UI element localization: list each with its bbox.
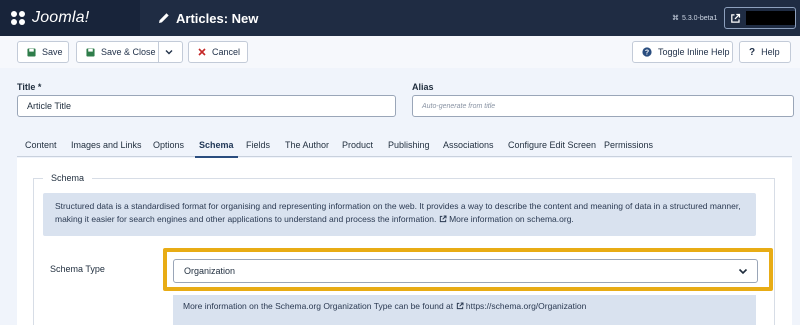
external-link-icon	[456, 302, 463, 310]
schema-type-help: More information on the Schema.org Organ…	[173, 295, 756, 325]
schema-info-box: Structured data is a standardised format…	[43, 193, 756, 236]
schema-legend: Schema	[43, 173, 93, 183]
save-icon	[27, 47, 36, 57]
page-title-text: Articles: New	[176, 10, 259, 26]
brand-logo[interactable]: Joomla!	[0, 0, 140, 36]
schema-type-label: Schema Type	[50, 264, 105, 274]
tab-associations[interactable]: Associations	[443, 133, 494, 157]
tab-options[interactable]: Options	[153, 133, 184, 157]
tab-the-author[interactable]: The Author	[285, 133, 329, 157]
tab-schema[interactable]: Schema	[195, 133, 238, 158]
tab-publishing[interactable]: Publishing	[388, 133, 430, 157]
schema-info-link[interactable]: More information on schema.org.	[449, 214, 574, 224]
question-circle-icon: ?	[642, 47, 652, 57]
schema-type-value: Organization	[184, 266, 236, 276]
toolbar: Save Save & Close Cancel ? Toggle Inline…	[0, 36, 800, 68]
joomla-small-icon: ⌘	[672, 15, 679, 22]
question-icon: ?	[749, 46, 756, 58]
title-label: Title *	[17, 82, 42, 92]
joomla-logo-icon	[11, 11, 25, 25]
redacted-site-name	[745, 11, 795, 25]
button-divider	[158, 42, 159, 62]
schema-type-help-text: More information on the Schema.org Organ…	[183, 301, 454, 311]
save-button[interactable]: Save	[17, 41, 69, 63]
page-title: Articles: New	[158, 0, 258, 36]
tab-configure-edit-screen[interactable]: Configure Edit Screen	[508, 133, 596, 157]
save-close-button[interactable]: Save & Close	[76, 41, 183, 63]
external-link-icon	[731, 13, 741, 23]
alias-label: Alias	[412, 82, 434, 92]
help-button[interactable]: ? Help	[739, 41, 791, 63]
save-close-label: Save & Close	[101, 47, 156, 57]
alias-input[interactable]: Auto-generate from title	[412, 95, 794, 117]
view-site-button[interactable]	[724, 7, 796, 29]
version-badge: ⌘ 5.3.0-beta1	[672, 0, 717, 36]
cancel-button[interactable]: Cancel	[188, 41, 248, 63]
header-bar: Joomla! Articles: New ⌘ 5.3.0-beta1	[0, 0, 800, 36]
cancel-label: Cancel	[212, 47, 241, 57]
external-link-icon	[439, 215, 447, 223]
schema-type-select[interactable]: Organization	[173, 259, 758, 283]
save-icon	[86, 47, 95, 57]
schema-info-text: Structured data is a standardised format…	[55, 201, 741, 224]
brand-name: Joomla!	[32, 9, 90, 26]
tab-fields[interactable]: Fields	[246, 133, 270, 157]
pencil-icon	[159, 13, 169, 23]
svg-text:?: ?	[645, 50, 649, 57]
title-input[interactable]: Article Title	[17, 95, 396, 117]
schema-type-help-link[interactable]: https://schema.org/Organization	[466, 301, 586, 311]
chevron-down-icon	[737, 265, 749, 279]
chevron-down-icon[interactable]	[164, 47, 174, 59]
toggle-inline-help-label: Toggle Inline Help	[658, 47, 730, 57]
help-label: Help	[761, 47, 780, 57]
close-icon	[198, 48, 206, 56]
tab-product[interactable]: Product	[342, 133, 373, 157]
version-text: 5.3.0-beta1	[682, 14, 718, 22]
edit-tabs: Content Images and Links Options Schema …	[17, 133, 792, 158]
toggle-inline-help-button[interactable]: ? Toggle Inline Help	[632, 41, 733, 63]
tab-permissions[interactable]: Permissions	[604, 133, 653, 157]
save-label: Save	[42, 47, 63, 57]
tab-images-and-links[interactable]: Images and Links	[71, 133, 142, 157]
tab-content[interactable]: Content	[25, 133, 57, 157]
